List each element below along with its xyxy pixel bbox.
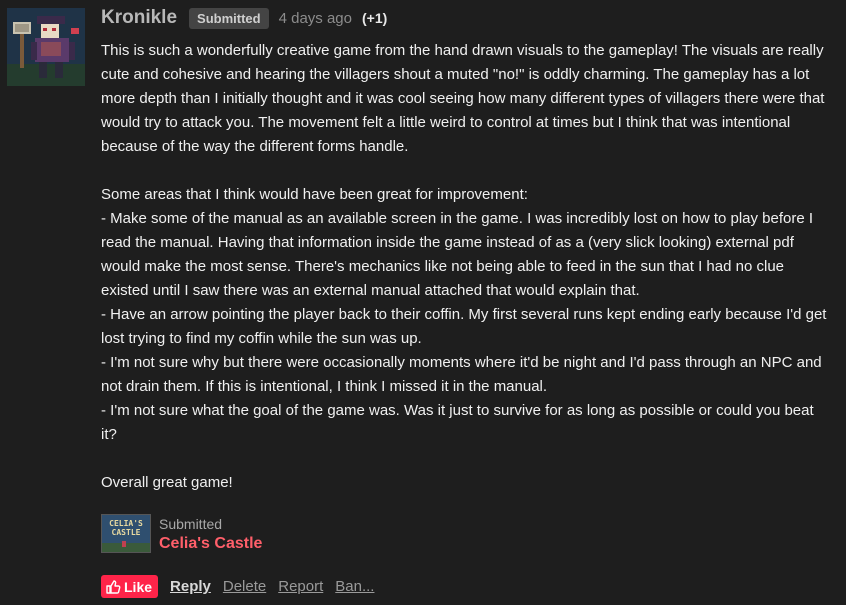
comment-actions: Like Reply Delete Report Ban...	[101, 575, 374, 598]
comment-list-item: - Have an arrow pointing the player back…	[101, 306, 827, 347]
thumbs-up-icon	[106, 579, 121, 594]
comment-list-item: - I'm not sure what the goal of the game…	[101, 402, 814, 443]
like-label: Like	[124, 578, 153, 595]
author-name[interactable]: Kronikle	[101, 7, 177, 29]
vote-count: (+1)	[361, 10, 388, 26]
avatar[interactable]	[7, 8, 85, 86]
like-button[interactable]: Like	[101, 575, 159, 598]
comment-header: Kronikle Submitted 4 days ago (+1)	[101, 6, 387, 30]
submitted-label: Submitted	[159, 516, 223, 532]
thumb-text-1: CELIA'S	[109, 519, 143, 528]
report-link[interactable]: Report	[278, 578, 323, 595]
timestamp[interactable]: 4 days ago	[279, 10, 352, 27]
comment-paragraph: Overall great game!	[101, 474, 233, 491]
comment-body: This is such a wonderfully creative game…	[101, 39, 831, 495]
comment-paragraph: This is such a wonderfully creative game…	[101, 42, 825, 155]
submitted-badge: Submitted	[189, 7, 269, 29]
comment-list-item: - I'm not sure why but there were occasi…	[101, 354, 822, 395]
game-title-link[interactable]: Celia's Castle	[159, 535, 262, 553]
castle-thumbnail-icon: CELIA'S CASTLE	[102, 515, 150, 552]
delete-link[interactable]: Delete	[223, 578, 266, 595]
comment-paragraph: Some areas that I think would have been …	[101, 186, 528, 203]
reply-link[interactable]: Reply	[170, 578, 211, 595]
comment-list-item: - Make some of the manual as an availabl…	[101, 210, 814, 299]
game-thumbnail[interactable]: CELIA'S CASTLE	[101, 514, 151, 553]
thumb-text-2: CASTLE	[112, 528, 141, 537]
ban-link[interactable]: Ban...	[335, 578, 374, 595]
pixel-art-avatar-icon	[7, 8, 85, 86]
